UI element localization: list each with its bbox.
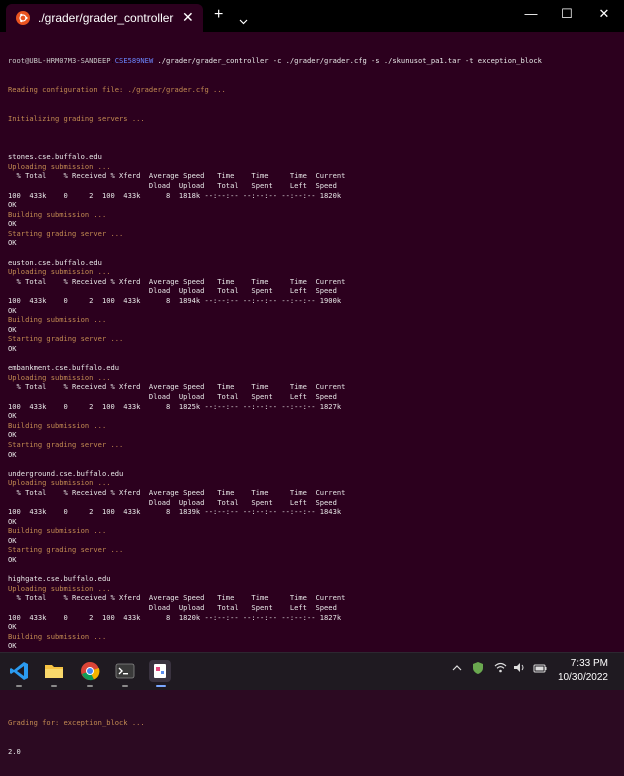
uploading-line: Uploading submission ... xyxy=(8,583,111,593)
starting-line: Starting grading server ... xyxy=(8,228,124,238)
column-header: % Total % Received % Xferd Average Speed… xyxy=(8,382,346,392)
ubuntu-icon xyxy=(16,11,30,25)
taskbar-indicator xyxy=(16,685,22,687)
header-line: Reading configuration file: ./grader/gra… xyxy=(8,84,226,94)
terminal-output[interactable]: root@UBL-HRM07M3-SANDEEP:CSE589NEW ./gra… xyxy=(8,37,620,756)
prompt-line: root@UBL-HRM07M3-SANDEEP:CSE589NEW ./gra… xyxy=(8,56,542,66)
server-host: embankment.cse.buffalo.edu xyxy=(8,363,120,373)
building-line: Building submission ... xyxy=(8,631,107,641)
column-header: Dload Upload Total Spent Left Speed xyxy=(8,497,337,507)
transfer-stats: 100 433k 0 2 100 433k 8 1820k --:--:-- -… xyxy=(8,612,342,622)
ok-line: OK xyxy=(8,430,17,440)
server-host: underground.cse.buffalo.edu xyxy=(8,468,124,478)
chrome-icon[interactable] xyxy=(79,660,101,682)
building-line: Building submission ... xyxy=(8,315,107,325)
header-line: Initializing grading servers ... xyxy=(8,113,145,123)
uploading-line: Uploading submission ... xyxy=(8,478,111,488)
column-header: % Total % Received % Xferd Average Speed… xyxy=(8,276,346,286)
tab-title: ./grader/grader_controller xyxy=(38,11,174,25)
ok-line: OK xyxy=(8,344,17,353)
taskbar-indicator xyxy=(87,685,93,687)
clock-time: 7:33 PM xyxy=(570,658,608,669)
column-header: % Total % Received % Xferd Average Speed… xyxy=(8,487,346,497)
taskbar-indicator xyxy=(122,685,128,687)
building-line: Building submission ... xyxy=(8,209,107,219)
ok-line: OK xyxy=(8,641,17,651)
ok-line: OK xyxy=(8,238,17,248)
grading-line: Grading for: exception_block ... xyxy=(8,718,145,728)
ok-line: OK xyxy=(8,449,17,459)
starting-line: Starting grading server ... xyxy=(8,334,124,344)
ok-line: OK xyxy=(8,622,17,632)
transfer-stats: 100 433k 0 2 100 433k 8 1825k --:--:-- -… xyxy=(8,401,342,411)
new-tab-button[interactable]: + xyxy=(214,6,223,24)
prompt-path: CSE589NEW xyxy=(114,56,154,66)
title-bar: ./grader/grader_controller ✕ + — ☐ ✕ xyxy=(0,0,624,32)
server-host: euston.cse.buffalo.edu xyxy=(8,257,102,267)
taskbar-indicator xyxy=(51,685,57,687)
starting-line: Starting grading server ... xyxy=(8,545,124,555)
transfer-stats: 100 433k 0 2 100 433k 8 1894k --:--:-- -… xyxy=(8,296,342,306)
terminal-icon[interactable] xyxy=(114,660,136,682)
ok-line: OK xyxy=(8,516,17,526)
building-line: Building submission ... xyxy=(8,526,107,536)
column-header: Dload Upload Total Spent Left Speed xyxy=(8,286,337,296)
ok-line: OK xyxy=(8,411,17,421)
file-explorer-icon[interactable] xyxy=(43,660,65,682)
prompt-command: ./grader/grader_controller -c ./grader/g… xyxy=(153,56,542,66)
vscode-icon[interactable] xyxy=(8,660,30,682)
tab-close-icon[interactable]: ✕ xyxy=(182,9,194,26)
server-host: stones.cse.buffalo.edu xyxy=(8,152,102,162)
minimize-button[interactable]: — xyxy=(516,6,546,21)
uploading-line: Uploading submission ... xyxy=(8,372,111,382)
transfer-stats: 100 433k 0 2 100 433k 8 1839k --:--:-- -… xyxy=(8,507,342,517)
chevron-up-icon[interactable] xyxy=(452,662,462,676)
maximize-button[interactable]: ☐ xyxy=(552,6,582,22)
wifi-icon[interactable] xyxy=(494,662,507,676)
ok-line: OK xyxy=(8,200,17,210)
volume-icon[interactable] xyxy=(513,662,526,676)
transfer-stats: 100 433k 0 2 100 433k 8 1818k --:--:-- -… xyxy=(8,190,342,200)
building-line: Building submission ... xyxy=(8,420,107,430)
column-header: Dload Upload Total Spent Left Speed xyxy=(8,391,337,401)
taskbar-indicator-active xyxy=(156,685,166,687)
uploading-line: Uploading submission ... xyxy=(8,267,111,277)
ok-line: OK xyxy=(8,219,17,229)
uploading-line: Uploading submission ... xyxy=(8,161,111,171)
starting-line: Starting grading server ... xyxy=(8,439,124,449)
snipping-tool-icon[interactable] xyxy=(149,660,171,682)
system-clock[interactable]: 7:33 PM 10/30/2022 xyxy=(558,657,608,685)
server-host: highgate.cse.buffalo.edu xyxy=(8,574,111,584)
ok-line: OK xyxy=(8,324,17,334)
close-button[interactable]: ✕ xyxy=(589,6,619,22)
score-line: 2.0 xyxy=(8,746,21,756)
terminal-tab[interactable]: ./grader/grader_controller ✕ xyxy=(6,4,203,32)
column-header: Dload Upload Total Spent Left Speed xyxy=(8,603,337,613)
chevron-down-icon[interactable] xyxy=(239,10,248,29)
taskbar: 7:33 PM 10/30/2022 xyxy=(0,652,624,690)
clock-date: 10/30/2022 xyxy=(557,672,608,683)
prompt-user: root@UBL-HRM07M3-SANDEEP xyxy=(8,56,111,66)
column-header: Dload Upload Total Spent Left Speed xyxy=(8,180,337,190)
column-header: % Total % Received % Xferd Average Speed… xyxy=(8,171,346,181)
battery-icon[interactable] xyxy=(533,662,547,676)
terminal-window: ./grader/grader_controller ✕ + — ☐ ✕ roo… xyxy=(0,0,624,756)
column-header: % Total % Received % Xferd Average Speed… xyxy=(8,593,346,603)
security-shield-icon[interactable] xyxy=(472,661,484,678)
ok-line: OK xyxy=(8,305,17,315)
ok-line: OK xyxy=(8,555,17,565)
ok-line: OK xyxy=(8,535,17,545)
